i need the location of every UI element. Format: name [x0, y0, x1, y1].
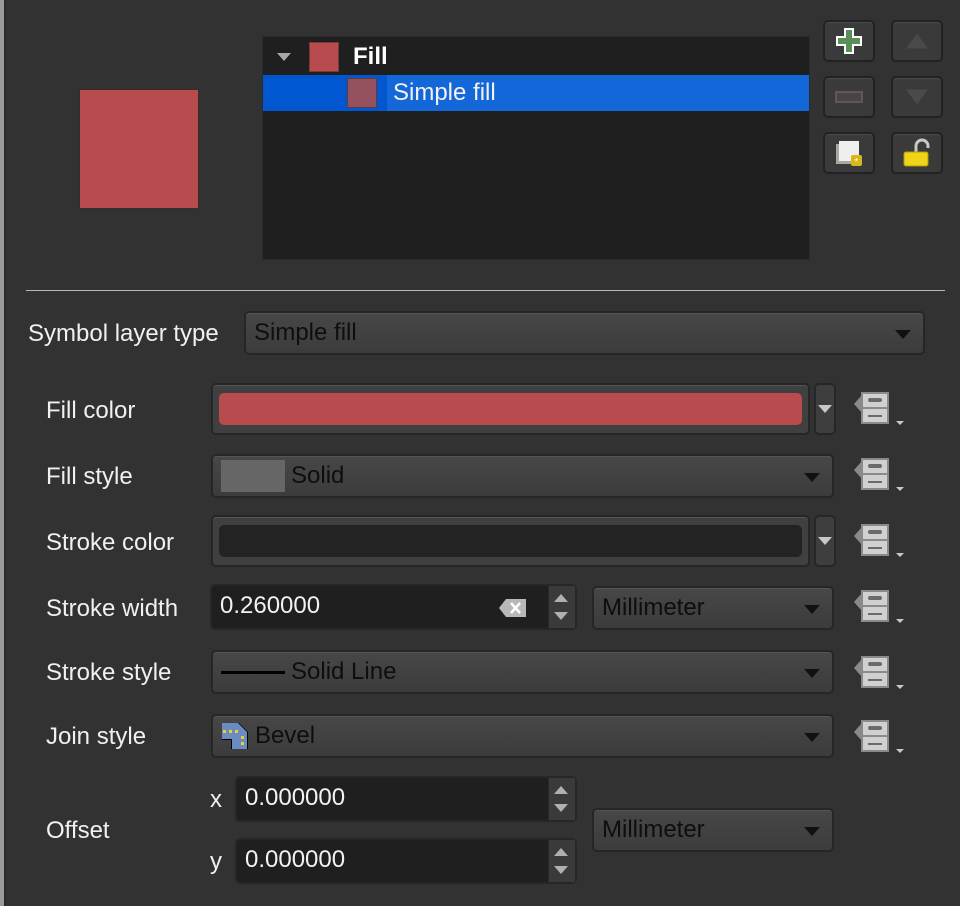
lock-layer-button[interactable]: [891, 132, 943, 174]
remove-layer-button[interactable]: [823, 76, 875, 118]
stroke-width-value: 0.260000: [220, 592, 321, 619]
offset-x-input[interactable]: 0.000000: [235, 776, 577, 822]
offset-x-stepper[interactable]: [548, 778, 575, 820]
symbol-preview: [79, 89, 199, 209]
step-up-icon[interactable]: [554, 848, 568, 856]
plus-icon: [836, 28, 862, 54]
bevel-join-icon: [222, 723, 248, 749]
data-defined-icon: [854, 524, 904, 557]
offset-x-label: x: [210, 786, 222, 813]
offset-x-value: 0.000000: [245, 784, 346, 811]
selected-value: Solid: [291, 462, 345, 489]
step-up-icon[interactable]: [554, 594, 568, 602]
arrow-down-icon: [904, 88, 930, 106]
symbol-layer-type-label: Symbol layer type: [28, 320, 219, 347]
step-up-icon[interactable]: [554, 786, 568, 794]
window-edge-shadow: [4, 0, 6, 906]
step-down-icon[interactable]: [554, 612, 568, 620]
stroke-style-data-defined-override-button[interactable]: [854, 653, 906, 693]
stroke-color-swatch: [219, 525, 802, 557]
stroke-color-data-defined-override-button[interactable]: [854, 521, 906, 561]
chevron-down-icon: [818, 405, 832, 413]
stroke-width-input[interactable]: 0.260000: [210, 584, 577, 630]
clear-icon[interactable]: [499, 598, 527, 618]
data-defined-icon: [854, 720, 904, 753]
join-style-label: Join style: [46, 723, 147, 750]
stroke-width-label: Stroke width: [46, 595, 179, 622]
selected-value: Bevel: [255, 722, 316, 749]
chevron-down-icon: [804, 605, 820, 614]
fill-color-label: Fill color: [46, 397, 136, 424]
arrow-up-icon: [904, 32, 930, 50]
data-defined-icon: [854, 458, 904, 491]
fill-color-button[interactable]: [211, 383, 810, 435]
data-defined-icon: [854, 656, 904, 689]
chevron-down-icon: [818, 537, 832, 545]
data-defined-icon: [854, 590, 904, 623]
join-style-data-defined-override-button[interactable]: [854, 717, 906, 757]
stroke-color-label: Stroke color: [46, 529, 175, 556]
stroke-style-select[interactable]: Solid Line: [211, 650, 834, 694]
chevron-down-icon: [804, 827, 820, 836]
fill-style-swatch-icon: [221, 460, 285, 492]
unlock-icon: [903, 138, 930, 167]
stroke-width-stepper[interactable]: [548, 586, 575, 628]
stroke-color-dropdown[interactable]: [814, 515, 836, 567]
selected-value: Solid Line: [291, 658, 397, 685]
selected-value: Millimeter: [602, 816, 705, 843]
offset-y-stepper[interactable]: [548, 840, 575, 882]
stroke-color-button[interactable]: [211, 515, 810, 567]
minus-icon: [835, 91, 863, 103]
duplicate-icon: *: [836, 141, 862, 168]
fill-style-data-defined-override-button[interactable]: [854, 455, 906, 495]
chevron-down-icon: [804, 473, 820, 482]
fill-color-dropdown[interactable]: [814, 383, 836, 435]
stroke-width-unit-select[interactable]: Millimeter: [592, 586, 834, 630]
fill-swatch-icon: [309, 42, 339, 72]
move-up-button[interactable]: [891, 20, 943, 62]
move-down-button[interactable]: [891, 76, 943, 118]
offset-y-input[interactable]: 0.000000: [235, 838, 577, 884]
expand-arrow-icon[interactable]: [277, 53, 291, 61]
simple-fill-swatch-icon: [347, 78, 377, 108]
offset-label: Offset: [46, 817, 110, 844]
symbol-layer-tree[interactable]: Fill Simple fill: [262, 36, 810, 260]
svg-text:*: *: [855, 157, 859, 168]
chevron-down-icon: [895, 330, 911, 339]
fill-color-swatch: [219, 393, 802, 425]
selected-value: Millimeter: [602, 594, 705, 621]
solid-line-icon: [221, 670, 285, 674]
symbol-layer-type-select[interactable]: Simple fill: [244, 311, 925, 355]
offset-y-value: 0.000000: [245, 846, 346, 873]
offset-y-label: y: [210, 848, 222, 875]
step-down-icon[interactable]: [554, 866, 568, 874]
add-layer-button[interactable]: [823, 20, 875, 62]
stroke-style-label: Stroke style: [46, 659, 172, 686]
tree-item-fill[interactable]: Fill: [263, 39, 809, 75]
fill-color-data-defined-override-button[interactable]: [854, 389, 906, 429]
fill-style-label: Fill style: [46, 463, 133, 490]
fill-style-select[interactable]: Solid: [211, 454, 834, 498]
separator: [26, 290, 945, 291]
duplicate-layer-button[interactable]: *: [823, 132, 875, 174]
chevron-down-icon: [804, 669, 820, 678]
tree-item-label: Simple fill: [393, 79, 496, 106]
chevron-down-icon: [804, 733, 820, 742]
step-down-icon[interactable]: [554, 804, 568, 812]
tree-item-label: Fill: [353, 43, 388, 70]
tree-item-simple-fill[interactable]: Simple fill: [263, 75, 809, 111]
join-style-select[interactable]: Bevel: [211, 714, 834, 758]
stroke-width-data-defined-override-button[interactable]: [854, 587, 906, 627]
offset-unit-select[interactable]: Millimeter: [592, 808, 834, 852]
data-defined-icon: [854, 392, 904, 425]
selected-value: Simple fill: [254, 319, 357, 346]
